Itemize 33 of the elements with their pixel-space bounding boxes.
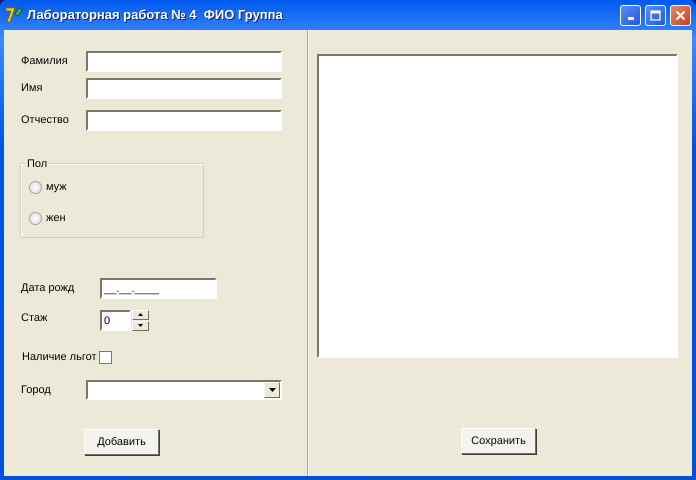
maximize-icon — [650, 10, 661, 20]
maximize-button[interactable] — [645, 4, 666, 26]
spin-up-button[interactable] — [132, 310, 149, 320]
field-label: Отчество — [21, 113, 70, 128]
text-field[interactable] — [86, 51, 282, 72]
field-label: Фамилия — [21, 54, 69, 70]
dropdown-arrow-icon — [268, 388, 276, 392]
radio-button[interactable] — [29, 212, 42, 224]
close-icon — [675, 10, 686, 20]
field-label: Дата рожд — [21, 281, 76, 296]
spin-down-button[interactable] — [132, 320, 149, 330]
save-button[interactable]: Сохранить — [461, 428, 536, 454]
window-title: Лабораторная работа № 4 ФИО Группа — [27, 6, 284, 24]
checkbox-label: Наличие льгот — [22, 350, 97, 366]
up-arrow-icon — [138, 313, 143, 316]
radio-label: муж — [46, 180, 67, 195]
city-dropdown[interactable] — [86, 380, 282, 400]
radio-button[interactable] — [29, 180, 42, 194]
close-button[interactable] — [670, 4, 691, 26]
date-field[interactable]: __.__.____ — [100, 278, 217, 299]
minimize-icon — [628, 17, 634, 20]
text-field[interactable] — [86, 110, 282, 131]
number-field[interactable]: 0 — [100, 310, 131, 331]
radio-label: жен — [46, 210, 66, 226]
field-label: Стаж — [21, 311, 48, 326]
down-arrow-icon — [138, 324, 143, 327]
text-field[interactable] — [86, 78, 282, 99]
minimize-button[interactable] — [620, 4, 641, 26]
checkbox[interactable] — [98, 351, 112, 364]
field-label: Имя — [21, 81, 44, 96]
app-icon — [5, 6, 23, 24]
add-button[interactable]: Добавить — [84, 429, 159, 455]
field-label: Город — [21, 382, 52, 398]
